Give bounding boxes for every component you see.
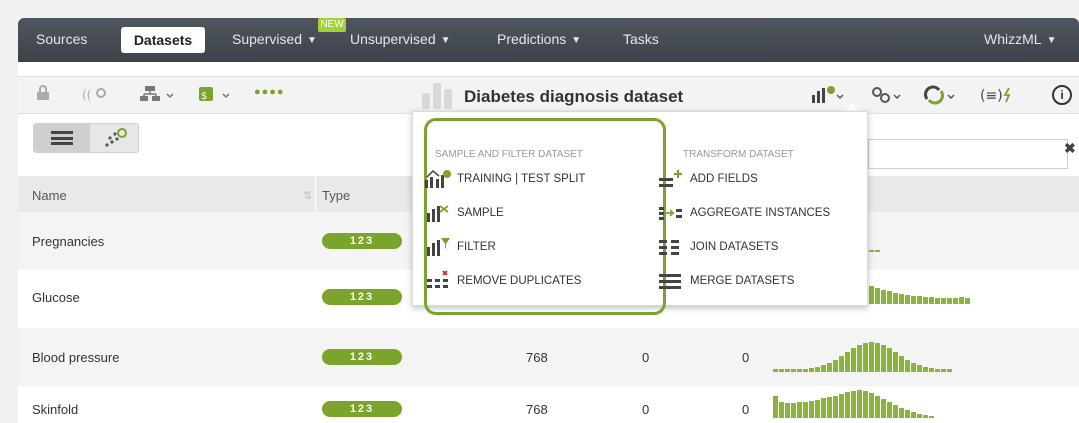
join-datasets-icon	[658, 236, 682, 258]
menu-item-label: JOIN DATASETS	[690, 241, 779, 253]
nav-whizzml[interactable]: WhizzML ▼	[984, 31, 1056, 47]
filter-icon	[425, 236, 450, 258]
field-missing: 0	[642, 350, 650, 365]
list-view-button[interactable]	[34, 124, 90, 152]
configure-icon[interactable]: ((	[82, 85, 112, 107]
histogram	[773, 342, 983, 372]
chevron-down-icon: ▼	[1046, 35, 1057, 46]
type-badge: 123	[322, 233, 402, 249]
field-errors: 0	[742, 350, 750, 365]
optiml-icon[interactable]: $	[198, 85, 236, 107]
view-toggle	[33, 123, 139, 153]
nav-predictions-label: Predictions	[497, 31, 567, 47]
top-nav: Sources Datasets Supervised ▼ NEW Unsuper…	[18, 18, 1079, 62]
close-icon[interactable]: ✖	[1064, 140, 1076, 157]
nav-supervised-label: Supervised	[232, 31, 303, 47]
column-header-name[interactable]: Name	[32, 188, 67, 203]
table-row[interactable]: Skinfold 123 768 0 0	[18, 386, 1079, 423]
field-name: Glucose	[32, 290, 80, 305]
nav-unsupervised[interactable]: Unsupervised ▼	[350, 31, 451, 47]
histogram	[773, 390, 983, 418]
field-name: Skinfold	[32, 402, 79, 417]
field-name: Blood pressure	[32, 350, 120, 365]
nav-predictions[interactable]: Predictions ▼	[497, 31, 581, 47]
training-test-split-icon	[425, 168, 451, 190]
nav-supervised[interactable]: Supervised ▼	[232, 31, 317, 47]
new-badge: NEW	[318, 18, 346, 32]
chevron-down-icon: ▼	[440, 35, 451, 46]
sync-icon[interactable]	[924, 85, 960, 110]
column-header-type[interactable]: Type	[322, 188, 350, 203]
chevron-down-icon: ▼	[307, 35, 317, 46]
chevron-down-icon: ▼	[571, 35, 582, 46]
field-count: 768	[526, 402, 548, 417]
menu-item-label: MERGE DATASETS	[690, 275, 795, 287]
type-badge: 123	[322, 349, 402, 365]
menu-item-label: FILTER	[457, 241, 496, 253]
scatterplot-view-icon[interactable]	[104, 128, 130, 153]
page-title: Diabetes diagnosis dataset	[464, 87, 684, 106]
menu-item-label: AGGREGATE INSTANCES	[690, 207, 831, 219]
search-input[interactable]	[868, 139, 1068, 169]
nav-unsupervised-label: Unsupervised	[350, 31, 436, 47]
field-count: 768	[526, 350, 548, 365]
field-name: Pregnancies	[32, 234, 105, 249]
sort-icon[interactable]: ⇅	[303, 189, 312, 202]
nav-whizzml-label: WhizzML	[984, 31, 1042, 47]
app-frame: Sources Datasets Supervised ▼ NEW Unsuper…	[18, 18, 1079, 423]
type-badge: 123	[322, 401, 402, 417]
progress-dots: ●●●●	[254, 86, 285, 98]
nav-datasets[interactable]: Datasets	[121, 27, 205, 53]
nav-sources[interactable]: Sources	[36, 31, 87, 47]
gears-icon[interactable]	[870, 85, 906, 110]
svg-text:$: $	[201, 91, 207, 102]
svg-text:((: ((	[82, 88, 91, 102]
model-tree-icon[interactable]	[140, 85, 178, 107]
remove-duplicates-icon	[425, 270, 449, 292]
menu-item-label: REMOVE DUPLICATES	[457, 275, 582, 287]
svg-text:(≡): (≡)	[980, 88, 1003, 104]
dataset-toolbar: (( $ ●●●● Diabetes diagnosis dataset (≡)…	[18, 76, 1079, 114]
lock-icon[interactable]	[36, 85, 50, 105]
field-errors: 0	[742, 402, 750, 417]
menu-item-label: SAMPLE	[457, 207, 504, 219]
sample-filter-icon[interactable]	[812, 85, 848, 110]
field-missing: 0	[642, 402, 650, 417]
dataset-icon	[422, 83, 456, 109]
type-badge: 123	[322, 289, 402, 305]
list-icon	[51, 131, 73, 145]
aggregate-icon	[658, 202, 682, 224]
table-row[interactable]: Blood pressure 123 768 0 0	[18, 328, 1079, 386]
add-fields-icon	[658, 168, 682, 190]
sample-icon	[425, 202, 449, 224]
info-icon[interactable]: i	[1052, 85, 1072, 105]
formula-icon[interactable]: (≡)	[980, 85, 1016, 110]
nav-tasks[interactable]: Tasks	[623, 31, 659, 47]
dropdown-header-sample: SAMPLE AND FILTER DATASET	[435, 149, 583, 160]
merge-datasets-icon	[658, 270, 682, 292]
dropdown-header-transform: TRANSFORM DATASET	[683, 149, 794, 160]
menu-item-label: TRAINING | TEST SPLIT	[457, 173, 586, 185]
menu-item-label: ADD FIELDS	[690, 173, 758, 185]
